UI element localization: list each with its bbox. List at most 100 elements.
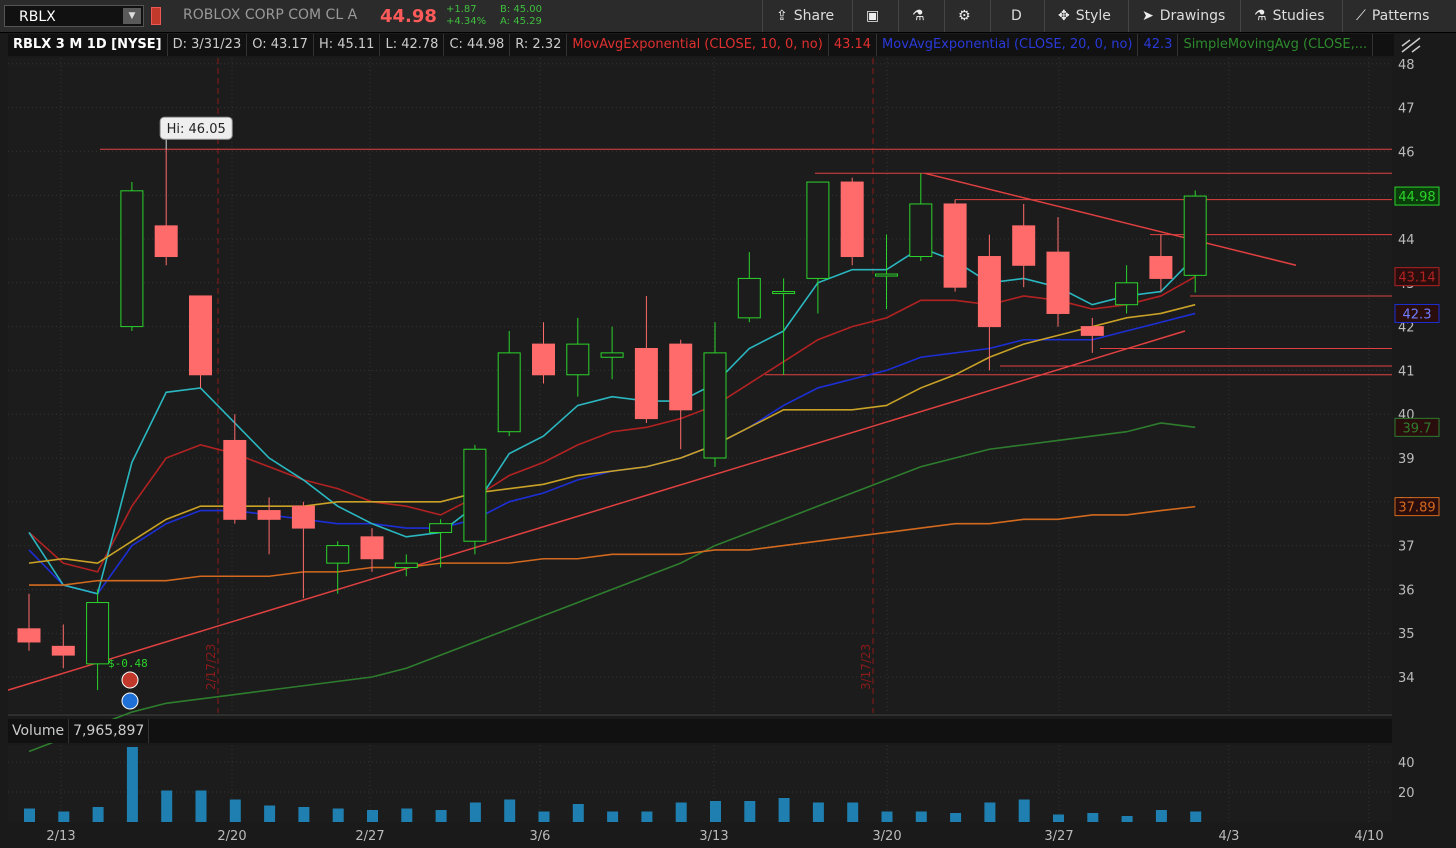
earnings-label: $-0.48 bbox=[108, 657, 148, 670]
plot-area bbox=[8, 58, 1392, 713]
volume-bar bbox=[984, 802, 996, 822]
candle-down bbox=[669, 343, 693, 411]
candle-up bbox=[737, 277, 761, 319]
candle-up bbox=[429, 523, 453, 533]
date-marker-label: 3/17/23 bbox=[859, 644, 873, 690]
volume-bar bbox=[195, 790, 207, 822]
volume-bar bbox=[572, 804, 584, 822]
candle-up bbox=[497, 352, 521, 433]
candle-down bbox=[977, 256, 1001, 328]
candle-up bbox=[120, 190, 144, 328]
candle-down bbox=[189, 295, 212, 376]
x-tick-label: 2/27 bbox=[355, 829, 384, 844]
candle-down bbox=[1149, 256, 1173, 279]
x-tick-label: 3/27 bbox=[1044, 829, 1073, 844]
candle-up bbox=[394, 562, 418, 568]
candle-up bbox=[566, 343, 590, 376]
candle-up bbox=[463, 448, 487, 542]
volume-value: 7,965,897 bbox=[69, 719, 150, 743]
candle-up bbox=[1115, 282, 1139, 306]
candle-up bbox=[806, 181, 830, 279]
y-tick-label: 48 bbox=[1398, 58, 1415, 73]
x-tick-label: 4/3 bbox=[1219, 829, 1240, 844]
volume-tick-label: 40 bbox=[1398, 756, 1415, 771]
candle-up bbox=[600, 352, 624, 358]
price-axis-label: 42.3 bbox=[1403, 307, 1432, 322]
y-tick-label: 46 bbox=[1398, 145, 1415, 160]
volume-bar bbox=[744, 801, 756, 822]
volume-bar bbox=[675, 802, 687, 822]
volume-bar bbox=[58, 811, 70, 822]
x-tick-label: 2/20 bbox=[217, 829, 246, 844]
volume-bar bbox=[641, 811, 653, 822]
candle-down bbox=[360, 536, 384, 560]
volume-bar bbox=[24, 808, 35, 822]
volume-bar bbox=[1190, 811, 1202, 822]
volume-bar bbox=[332, 808, 344, 822]
x-tick-label: 4/10 bbox=[1354, 829, 1383, 844]
volume-bar bbox=[812, 802, 824, 822]
volume-bar bbox=[126, 747, 138, 822]
y-tick-label: 35 bbox=[1398, 627, 1415, 642]
volume-bar bbox=[1087, 813, 1099, 822]
candle-down bbox=[17, 628, 41, 643]
candle-up bbox=[326, 545, 350, 564]
volume-bar bbox=[950, 813, 962, 822]
volume-tick-label: 20 bbox=[1398, 786, 1415, 801]
price-axis-label: 39.7 bbox=[1403, 421, 1432, 436]
volume-bar bbox=[229, 799, 241, 822]
candle-up bbox=[772, 291, 796, 295]
volume-bar bbox=[710, 801, 721, 822]
x-tick-label: 2/13 bbox=[46, 829, 75, 844]
volume-bar bbox=[401, 808, 413, 822]
candle-down bbox=[1046, 251, 1070, 314]
y-tick-label: 34 bbox=[1398, 671, 1415, 686]
volume-bar bbox=[161, 790, 173, 822]
volume-bar bbox=[1155, 810, 1167, 822]
volume-bar bbox=[607, 811, 619, 822]
volume-bar bbox=[1121, 816, 1133, 822]
x-tick-label: 3/13 bbox=[699, 829, 728, 844]
volume-bar bbox=[298, 807, 310, 822]
volume-label: Volume bbox=[8, 719, 70, 743]
y-tick-label: 36 bbox=[1398, 583, 1415, 598]
volume-bar bbox=[367, 810, 378, 822]
candle-down bbox=[1012, 225, 1036, 266]
volume-bar bbox=[435, 810, 447, 822]
volume-bar bbox=[538, 811, 550, 822]
x-tick-label: 3/20 bbox=[872, 829, 901, 844]
candle-down bbox=[154, 225, 178, 258]
earnings-icon bbox=[121, 671, 139, 689]
volume-area bbox=[8, 745, 1392, 822]
y-tick-label: 41 bbox=[1398, 364, 1415, 379]
candle-up bbox=[875, 273, 898, 277]
y-tick-label: 44 bbox=[1398, 233, 1415, 248]
candle-down bbox=[51, 645, 75, 656]
candle-up bbox=[703, 352, 727, 459]
candle-down bbox=[634, 348, 658, 420]
dividend-icon bbox=[121, 692, 139, 710]
candle-down bbox=[840, 181, 864, 258]
x-tick-label: 3/6 bbox=[530, 829, 551, 844]
y-tick-label: 37 bbox=[1398, 540, 1415, 555]
candle-down bbox=[943, 203, 967, 288]
date-marker-label: 2/17/23 bbox=[204, 644, 218, 690]
volume-bar bbox=[881, 811, 893, 822]
price-axis-label: 37.89 bbox=[1398, 501, 1435, 516]
volume-bar bbox=[1018, 799, 1030, 822]
volume-bar bbox=[778, 798, 790, 822]
candle-up bbox=[86, 602, 110, 665]
volume-header: Volume 7,965,897 bbox=[8, 719, 1392, 743]
candle-up bbox=[909, 203, 933, 258]
volume-bar bbox=[915, 811, 927, 822]
candle-down bbox=[257, 510, 281, 520]
candle-down bbox=[291, 505, 315, 529]
volume-bar bbox=[92, 807, 104, 822]
volume-bar bbox=[847, 802, 859, 822]
y-tick-label: 47 bbox=[1398, 102, 1415, 117]
volume-bar bbox=[469, 802, 481, 822]
volume-bar bbox=[504, 799, 516, 822]
volume-bar bbox=[264, 805, 276, 822]
y-tick-label: 39 bbox=[1398, 452, 1415, 467]
volume-bar bbox=[1053, 814, 1064, 822]
